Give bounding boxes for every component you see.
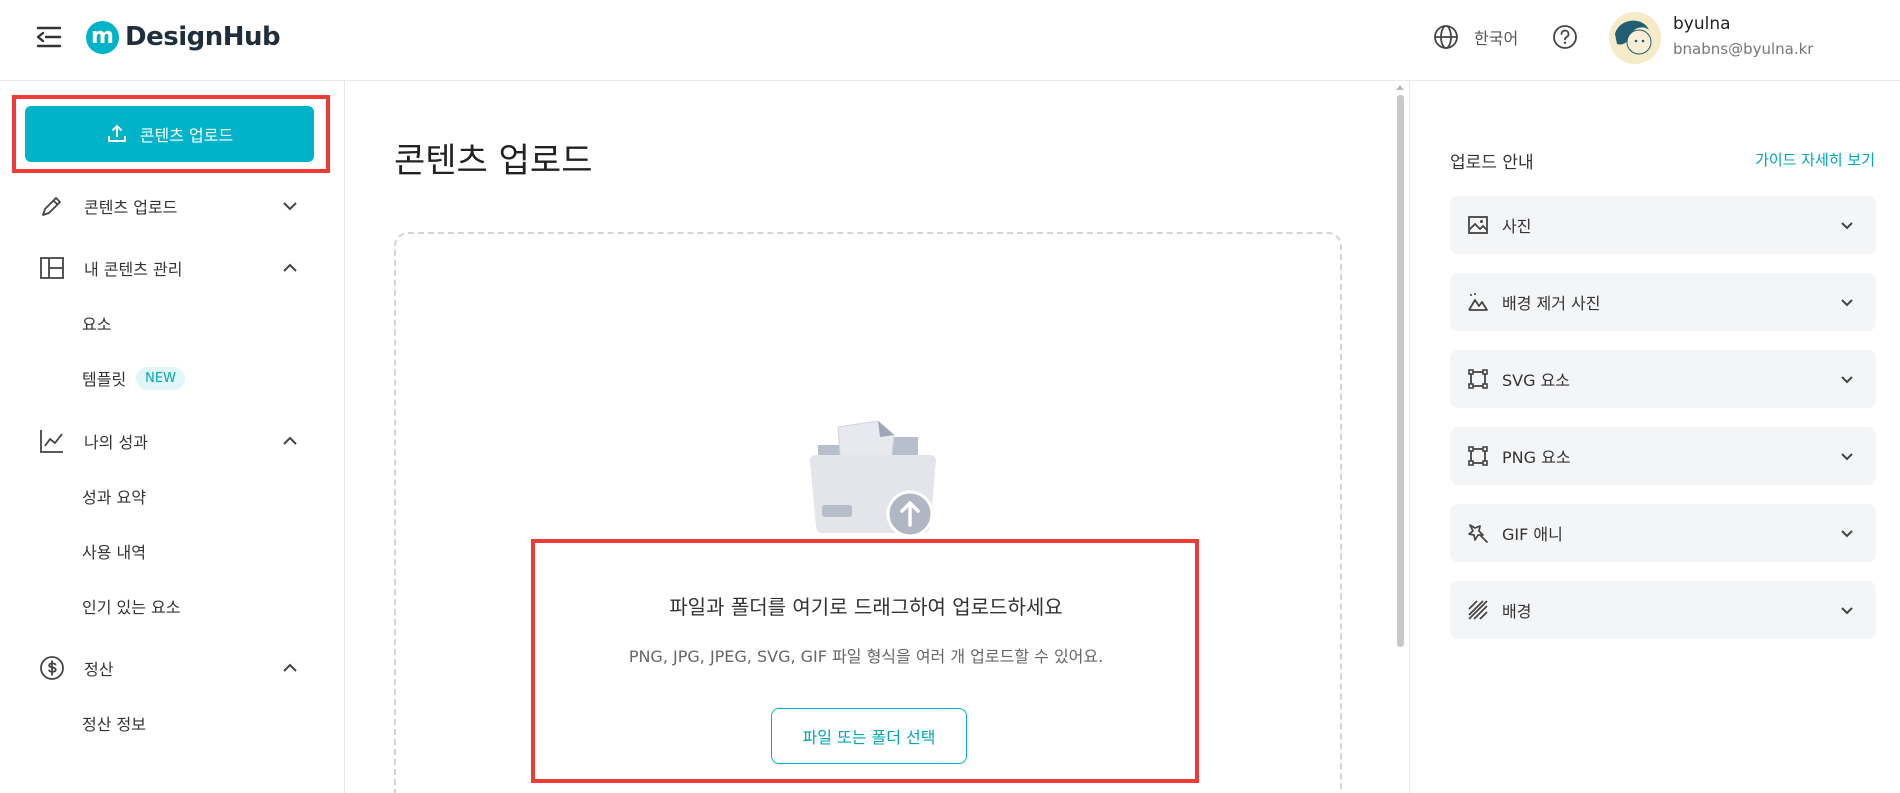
sidebar-item-label: 콘텐츠 업로드 [84, 198, 178, 217]
guide-item-label: 배경 [1502, 602, 1532, 621]
image-icon [1468, 216, 1488, 234]
chevron-down-icon [1841, 376, 1853, 384]
help-icon[interactable] [1551, 23, 1579, 51]
main-scrollbar-thumb[interactable] [1397, 95, 1404, 647]
language-selector[interactable]: 한국어 [1432, 23, 1518, 51]
top-header: m DesignHub 한국어 byulna bnabns@byulna.kr [0, 0, 1900, 81]
user-info[interactable]: byulna bnabns@byulna.kr [1673, 14, 1813, 58]
sidebar-item-performance[interactable]: 나의 성과 [38, 421, 300, 461]
stripes-icon [1468, 600, 1488, 620]
chevron-down-icon [1841, 222, 1853, 230]
guide-item-gif-animation[interactable]: GIF 애니 [1450, 504, 1876, 562]
guide-title: 업로드 안내 [1450, 153, 1534, 173]
sidebar-item-label: 내 콘텐츠 관리 [84, 260, 183, 279]
globe-icon [1434, 25, 1458, 49]
logo-text: DesignHub [125, 22, 281, 52]
guide-item-svg-element[interactable]: SVG 요소 [1450, 350, 1876, 408]
dropzone-title: 파일과 폴더를 여기로 드래그하여 업로드하세요 [669, 595, 1063, 619]
main-content: 콘텐츠 업로드 파일과 폴더를 여기로 드래그하여 업로드하세요 PNG, JP… [346, 81, 1408, 793]
vector-square-icon [1468, 369, 1488, 389]
sidebar-item-label: 나의 성과 [84, 433, 148, 452]
new-badge: NEW [136, 366, 185, 390]
chevron-down-icon [1841, 607, 1853, 615]
menu-collapse-icon[interactable] [34, 24, 64, 50]
sidebar-subitem-label: 템플릿 [82, 370, 127, 389]
user-email: bnabns@byulna.kr [1673, 40, 1814, 58]
guide-detail-link[interactable]: 가이드 자세히 보기 [1755, 149, 1875, 170]
sidebar-subitem-templates[interactable]: 템플릿 NEW [82, 363, 185, 393]
select-file-or-folder-button[interactable]: 파일 또는 폴더 선택 [771, 708, 967, 764]
upload-icon [107, 124, 126, 142]
sidebar-subitem-elements[interactable]: 요소 [82, 308, 111, 338]
upload-content-button-label: 콘텐츠 업로드 [139, 126, 234, 145]
sidebar-subitem-usage-history[interactable]: 사용 내역 [82, 536, 146, 566]
pencil-icon [42, 197, 61, 216]
upload-guide-panel: 업로드 안내 가이드 자세히 보기 사진 배경 제거 사진 SVG 요소 PNG… [1409, 81, 1900, 793]
language-label: 한국어 [1474, 29, 1519, 48]
dollar-circle-icon [40, 656, 64, 680]
sparkle-icon [1468, 524, 1488, 543]
chevron-up-icon [283, 436, 297, 445]
chevron-up-icon [283, 663, 297, 672]
designhub-logo[interactable]: m DesignHub [86, 20, 281, 54]
scroll-up-arrow-icon[interactable] [1396, 85, 1404, 90]
page-title: 콘텐츠 업로드 [394, 141, 593, 181]
guide-item-background[interactable]: 배경 [1450, 581, 1876, 639]
sidebar-item-settlement[interactable]: 정산 [38, 648, 300, 688]
sidebar: 콘텐츠 업로드 콘텐츠 업로드 내 콘텐츠 관리 요소 템플릿 NEW 나의 성… [0, 81, 345, 793]
guide-item-label: GIF 애니 [1502, 525, 1563, 544]
guide-item-png-element[interactable]: PNG 요소 [1450, 427, 1876, 485]
layout-icon [40, 257, 64, 279]
chevron-up-icon [283, 263, 297, 272]
vector-square-icon [1468, 446, 1488, 466]
chevron-down-icon [1841, 299, 1853, 307]
sidebar-subitem-settlement-info[interactable]: 정산 정보 [82, 708, 146, 738]
avatar-illustration-icon [1609, 12, 1661, 64]
user-name: byulna [1673, 14, 1731, 34]
chart-line-icon [40, 430, 63, 453]
chevron-down-icon [1841, 453, 1853, 461]
guide-item-label: PNG 요소 [1502, 448, 1571, 467]
chevron-down-icon [283, 202, 297, 211]
sidebar-subitem-popular-elements[interactable]: 인기 있는 요소 [82, 591, 181, 621]
avatar[interactable] [1609, 12, 1661, 64]
guide-item-label: 사진 [1502, 217, 1532, 236]
guide-item-label: 배경 제거 사진 [1502, 294, 1601, 313]
guide-item-bg-removed-photo[interactable]: 배경 제거 사진 [1450, 273, 1876, 331]
guide-item-photo[interactable]: 사진 [1450, 196, 1876, 254]
sidebar-subitem-performance-summary[interactable]: 성과 요약 [82, 481, 146, 511]
chevron-down-icon [1841, 530, 1853, 538]
sidebar-item-label: 정산 [84, 660, 114, 679]
dropzone-subtitle: PNG, JPG, JPEG, SVG, GIF 파일 형식을 여러 개 업로드… [628, 647, 1104, 666]
sidebar-item-my-content[interactable]: 내 콘텐츠 관리 [38, 248, 300, 288]
guide-item-label: SVG 요소 [1502, 371, 1571, 390]
folder-upload-illustration-icon [810, 420, 936, 537]
logo-mark: m [86, 20, 119, 54]
sidebar-item-content-upload[interactable]: 콘텐츠 업로드 [38, 186, 300, 226]
mountain-remove-icon [1468, 293, 1488, 311]
upload-content-button[interactable]: 콘텐츠 업로드 [25, 106, 314, 162]
